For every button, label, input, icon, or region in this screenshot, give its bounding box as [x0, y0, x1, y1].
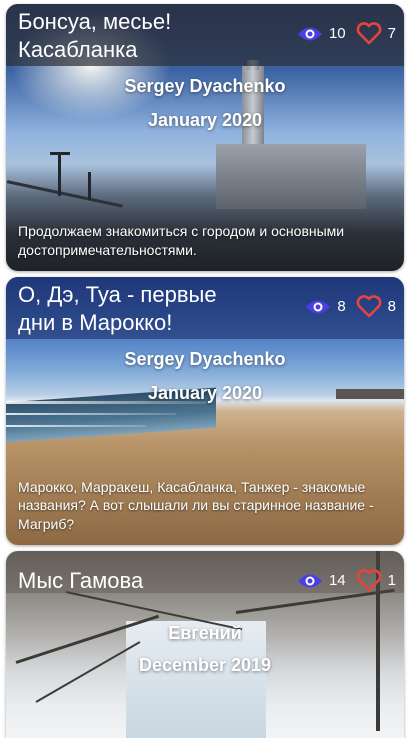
post-title[interactable]: Бонсуа, месье! Касабланка — [18, 8, 290, 64]
post-stats: 8 8 — [305, 295, 396, 318]
views-count: 14 — [328, 572, 346, 589]
post-card[interactable]: Мыс Гамова 14 1 Евгений December 2019 — [6, 551, 404, 738]
post-description: Продолжаем знакомиться с городом и основ… — [18, 223, 345, 258]
heart-icon[interactable] — [356, 295, 382, 318]
post-description: Марокко, Марракеш, Касабланка, Танжер - … — [18, 478, 374, 532]
author-name: Sergey Dyachenko — [124, 76, 286, 96]
post-card[interactable]: О, Дэ, Туа - первые дни в Марокко! 8 8 S… — [6, 277, 404, 545]
heart-icon[interactable] — [356, 22, 382, 45]
likes-count: 7 — [387, 25, 396, 42]
post-date: December 2019 — [138, 655, 272, 675]
views-count: 8 — [337, 298, 346, 315]
author-name: Евгений — [168, 623, 242, 643]
post-stats: 14 1 — [297, 569, 396, 592]
post-date: January 2020 — [147, 110, 263, 130]
likes-count: 1 — [387, 572, 396, 589]
post-date: January 2020 — [147, 383, 263, 403]
post-title[interactable]: Мыс Гамова — [18, 567, 290, 595]
views-count: 10 — [328, 25, 346, 42]
eye-icon — [297, 572, 323, 590]
heart-icon[interactable] — [356, 569, 382, 592]
post-stats: 10 7 — [297, 22, 396, 45]
author-name: Sergey Dyachenko — [124, 349, 286, 369]
post-title[interactable]: О, Дэ, Туа - первые дни в Марокко! — [18, 281, 290, 337]
post-card[interactable]: Бонсуа, месье! Касабланка 10 7 Sergey Dy… — [6, 4, 404, 271]
eye-icon — [305, 298, 331, 316]
eye-icon — [297, 25, 323, 43]
likes-count: 8 — [387, 298, 396, 315]
